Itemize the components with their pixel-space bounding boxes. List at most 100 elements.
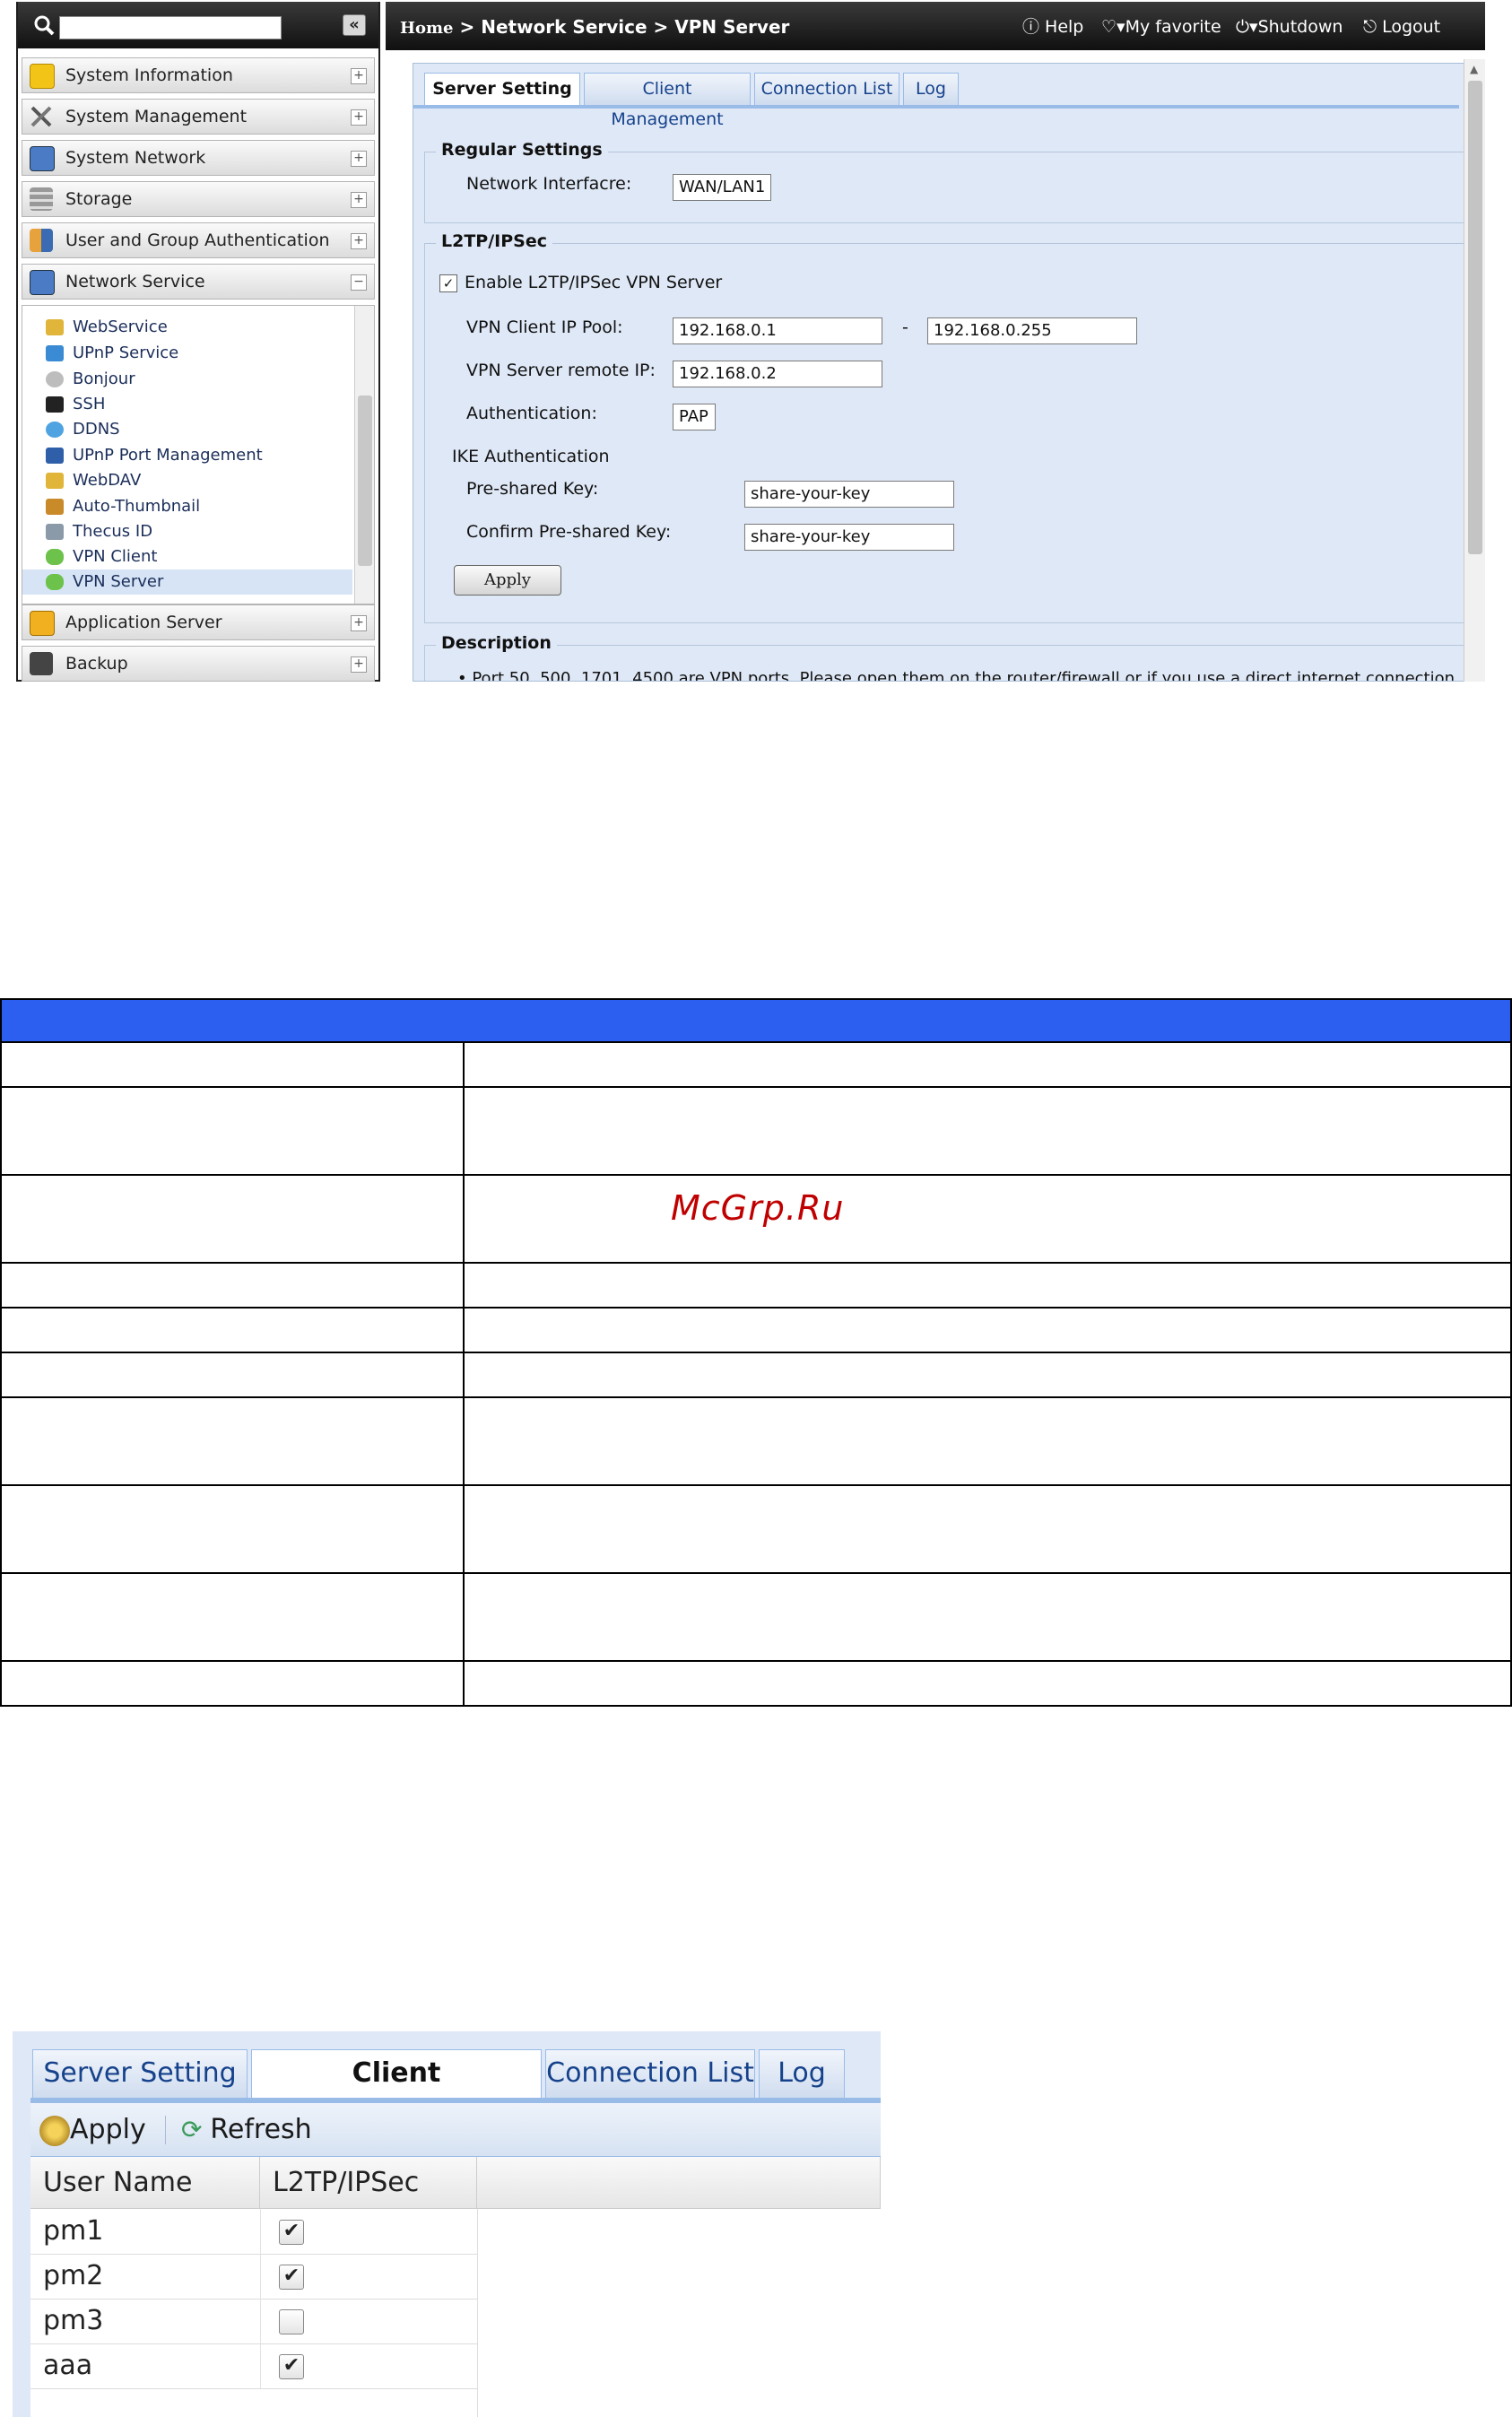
- submenu-label: Bonjour: [73, 370, 135, 388]
- l2tp-cell: ✔: [260, 2254, 478, 2299]
- scrollbar-thumb[interactable]: [1468, 81, 1482, 554]
- tab-connection-list[interactable]: Connection List: [754, 73, 899, 105]
- client-management-screenshot: Server Setting Client Management Connect…: [13, 2031, 881, 2417]
- column-header-user-name[interactable]: User Name: [30, 2157, 260, 2209]
- submenu-item-upnp-port[interactable]: UPnP Port Management: [22, 443, 352, 468]
- remote-ip-label: VPN Server remote IP:: [466, 361, 656, 380]
- expand-icon[interactable]: +: [351, 233, 367, 249]
- confirm-psk-input[interactable]: share-your-key: [744, 524, 954, 551]
- column-header-l2tp[interactable]: L2TP/IPSec: [260, 2157, 477, 2209]
- l2tp-checkbox[interactable]: [279, 2309, 304, 2334]
- tab-client-management[interactable]: Client Management: [584, 73, 751, 129]
- expand-icon[interactable]: +: [351, 656, 367, 673]
- search-input[interactable]: [59, 16, 282, 39]
- toolbar-separator: [165, 2116, 166, 2144]
- refresh-icon: ⟳: [181, 2115, 211, 2144]
- favorite-link[interactable]: ♡▾My favorite: [1101, 14, 1221, 39]
- enable-l2tp-checkbox[interactable]: ✓: [439, 274, 457, 292]
- table-row: [0, 1308, 1512, 1353]
- network-interface-label: Network Interfacre:: [466, 174, 632, 194]
- authentication-select[interactable]: PAP: [673, 404, 716, 430]
- tab-server-setting[interactable]: Server Setting: [424, 73, 580, 107]
- favorite-label: My favorite: [1125, 17, 1221, 37]
- table-row[interactable]: aaa ✔: [30, 2343, 477, 2389]
- table-row[interactable]: pm1 ✔: [30, 2209, 477, 2255]
- submenu-item-thecus-id[interactable]: Thecus ID: [22, 519, 352, 544]
- expand-icon[interactable]: +: [351, 615, 367, 631]
- network-interface-select[interactable]: WAN/LAN1: [673, 174, 771, 201]
- submenu-scrollbar[interactable]: [354, 306, 374, 604]
- table-row: [0, 1088, 1512, 1176]
- sidebar-section-system-network[interactable]: System Network +: [22, 140, 375, 176]
- sidebar-section-backup[interactable]: Backup +: [22, 646, 375, 682]
- table-row[interactable]: pm3: [30, 2299, 477, 2344]
- collapse-icon[interactable]: −: [351, 274, 367, 291]
- sidebar-section-label: System Management: [65, 107, 248, 126]
- submenu-item-vpn-client[interactable]: VPN Client: [22, 544, 352, 569]
- submenu-label: SSH: [73, 395, 106, 413]
- submenu-item-ssh[interactable]: SSH: [22, 392, 352, 417]
- apply-button[interactable]: Apply: [454, 565, 561, 596]
- tab-log[interactable]: Log: [903, 73, 959, 105]
- vpn-icon: [46, 549, 64, 565]
- breadcrumb-home[interactable]: Home: [400, 19, 454, 38]
- breadcrumb: Home > Network Service > VPN Server: [400, 14, 789, 39]
- table-row[interactable]: pm2 ✔: [30, 2254, 477, 2300]
- authentication-label: Authentication:: [466, 404, 597, 423]
- main-scrollbar[interactable]: ▲: [1464, 59, 1485, 682]
- submenu-item-webdav[interactable]: WebDAV: [22, 468, 352, 493]
- user-name-cell: pm3: [43, 2305, 104, 2336]
- grid-divider: [477, 2209, 478, 2417]
- apply-button[interactable]: Apply: [39, 2112, 146, 2148]
- submenu-item-bonjour[interactable]: Bonjour: [22, 367, 352, 392]
- sidebar-section-label: System Network: [65, 148, 206, 168]
- table-row: [0, 1486, 1512, 1574]
- breadcrumb-separator: >: [647, 16, 675, 38]
- collapse-sidebar-icon[interactable]: «: [343, 14, 366, 36]
- sidebar-section-network-service[interactable]: Network Service −: [22, 264, 375, 300]
- l2tp-checkbox[interactable]: ✔: [279, 2220, 304, 2245]
- thumbnail-icon: [46, 499, 64, 515]
- help-link[interactable]: ⓘ Help: [1022, 14, 1083, 39]
- breadcrumb-section[interactable]: Network Service: [481, 16, 647, 38]
- sidebar-section-system-management[interactable]: System Management +: [22, 99, 375, 135]
- sidebar-section-application-server[interactable]: Application Server +: [22, 604, 375, 640]
- logout-label: Logout: [1382, 17, 1441, 37]
- submenu-item-vpn-server[interactable]: VPN Server: [22, 569, 352, 595]
- search-icon[interactable]: [30, 13, 57, 39]
- sidebar-section-storage[interactable]: Storage +: [22, 181, 375, 217]
- breadcrumb-current: VPN Server: [674, 16, 790, 38]
- l2tp-checkbox[interactable]: ✔: [279, 2265, 304, 2290]
- tab-client-management[interactable]: Client Management: [251, 2049, 542, 2135]
- logout-link[interactable]: ⎋ Logout: [1363, 14, 1440, 39]
- submenu-item-webservice[interactable]: WebService: [22, 315, 352, 340]
- scroll-up-icon[interactable]: ▲: [1470, 63, 1478, 75]
- submenu-item-ddns[interactable]: DDNS: [22, 417, 352, 442]
- scrollbar-thumb[interactable]: [358, 396, 372, 566]
- refresh-button[interactable]: ⟳ Refresh: [181, 2112, 312, 2148]
- expand-icon[interactable]: +: [351, 192, 367, 208]
- tab-connection-list[interactable]: Connection List: [545, 2049, 755, 2098]
- ip-pool-end-input[interactable]: 192.168.0.255: [927, 317, 1137, 344]
- user-name-cell: pm2: [43, 2260, 104, 2291]
- shutdown-link[interactable]: ⏻▾Shutdown: [1236, 14, 1343, 39]
- sidebar-section-user-group-auth[interactable]: User and Group Authentication +: [22, 222, 375, 258]
- expand-icon[interactable]: +: [351, 109, 367, 126]
- l2tp-checkbox[interactable]: ✔: [279, 2354, 304, 2379]
- tab-log[interactable]: Log: [759, 2049, 845, 2098]
- content-panel: Server Setting Client Management Connect…: [413, 63, 1476, 682]
- submenu-item-auto-thumbnail[interactable]: Auto-Thumbnail: [22, 494, 352, 519]
- expand-icon[interactable]: +: [351, 151, 367, 167]
- sidebar-section-label: Storage: [65, 189, 133, 209]
- expand-icon[interactable]: +: [351, 68, 367, 84]
- storage-icon: [30, 187, 53, 211]
- ip-pool-start-input[interactable]: 192.168.0.1: [673, 317, 882, 344]
- submenu-item-upnp-service[interactable]: UPnP Service: [22, 341, 352, 366]
- logout-icon: ⎋: [1363, 17, 1383, 37]
- tab-server-setting[interactable]: Server Setting: [32, 2049, 248, 2098]
- remote-ip-input[interactable]: 192.168.0.2: [673, 361, 882, 387]
- submenu-label: Auto-Thumbnail: [73, 497, 201, 516]
- psk-input[interactable]: share-your-key: [744, 481, 954, 508]
- sidebar-section-system-information[interactable]: System Information +: [22, 57, 375, 93]
- submenu-label: VPN Client: [73, 547, 158, 566]
